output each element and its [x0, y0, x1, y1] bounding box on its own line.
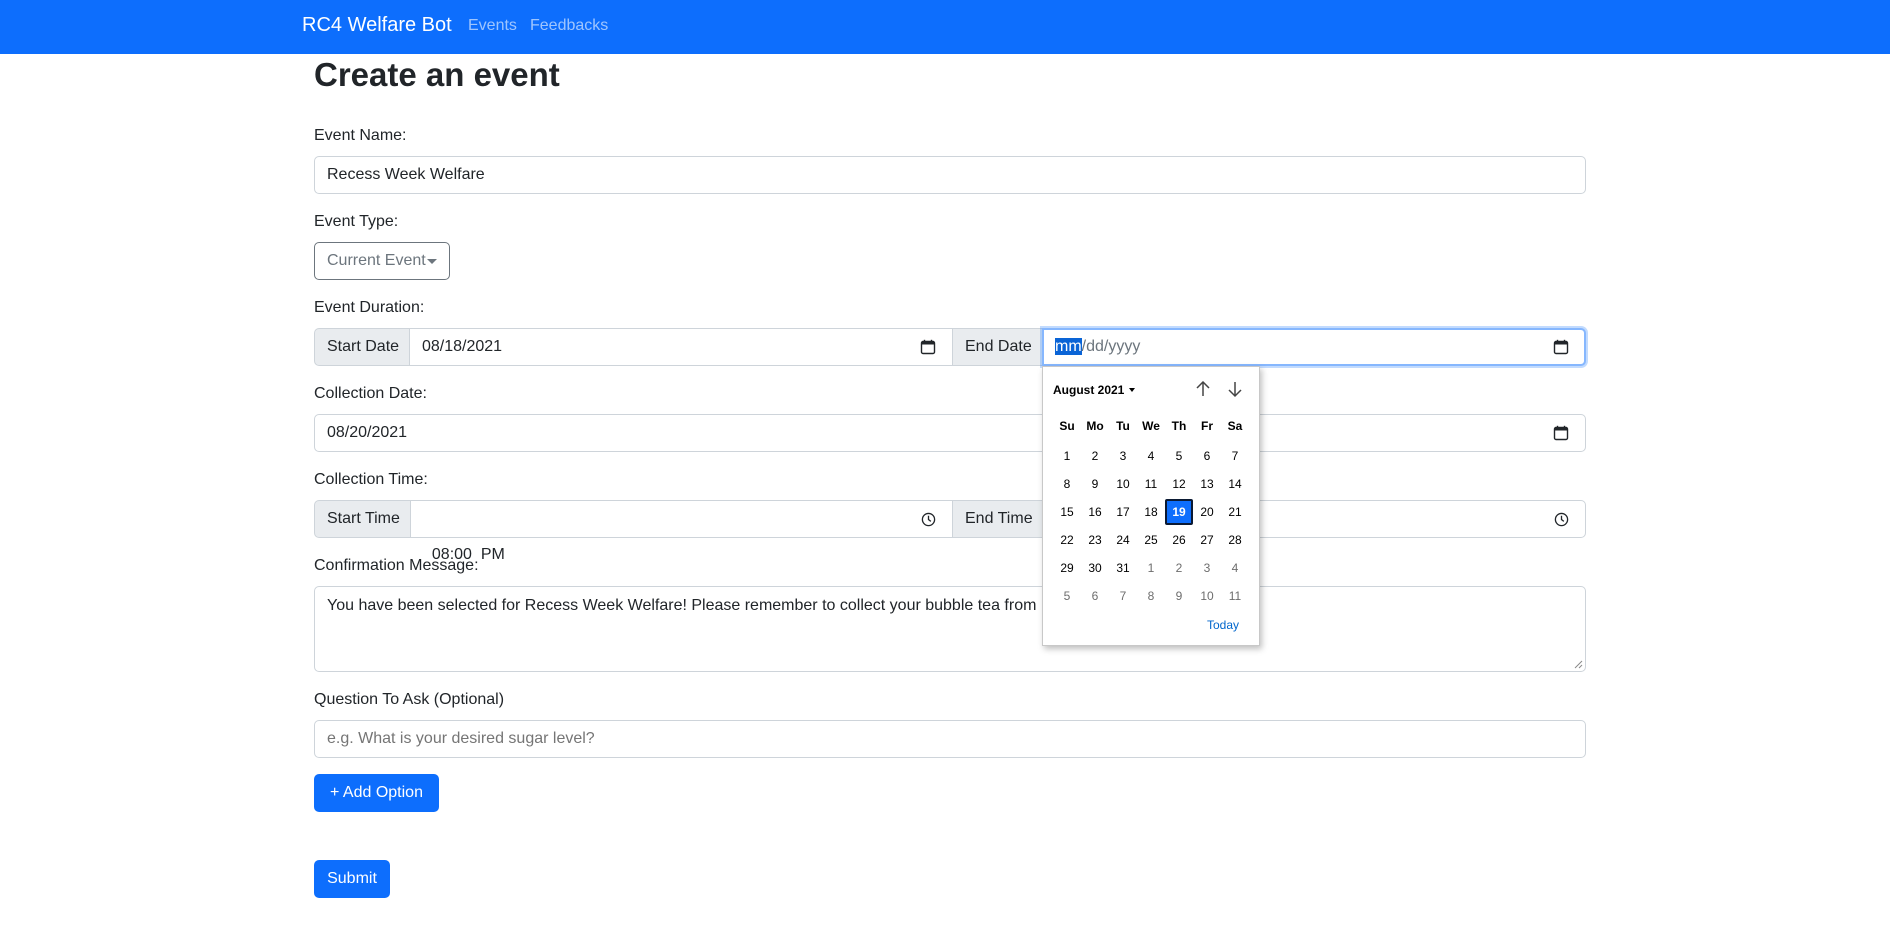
calendar-day[interactable]: 16: [1081, 499, 1109, 525]
calendar-day[interactable]: 21: [1221, 499, 1249, 525]
nav-link-feedbacks[interactable]: Feedbacks: [530, 17, 608, 35]
month-year-selector[interactable]: August 2021: [1053, 383, 1124, 397]
calendar-day[interactable]: 15: [1053, 499, 1081, 525]
calendar-day[interactable]: 4: [1221, 555, 1249, 581]
calendar-day[interactable]: 18: [1137, 499, 1165, 525]
navbar: RC4 Welfare Bot Events Feedbacks: [0, 0, 1890, 54]
calendar-day[interactable]: 13: [1193, 471, 1221, 497]
brand-link[interactable]: RC4 Welfare Bot: [302, 14, 452, 37]
event-type-dropdown[interactable]: Current Event: [314, 242, 450, 280]
calendar-day[interactable]: 8: [1137, 583, 1165, 609]
confirmation-message-textarea[interactable]: You have been selected for Recess Week W…: [314, 586, 1586, 672]
question-input[interactable]: [314, 720, 1586, 758]
calendar-day[interactable]: 2: [1081, 443, 1109, 469]
calendar-day[interactable]: 5: [1053, 583, 1081, 609]
page-title: Create an event: [314, 56, 560, 93]
weekday-header: We: [1142, 419, 1160, 433]
calendar-day[interactable]: 12: [1165, 471, 1193, 497]
caret-down-icon: [427, 259, 437, 264]
calendar-day[interactable]: 14: [1221, 471, 1249, 497]
collection-date-input[interactable]: 08/20/2021: [314, 414, 1586, 452]
event-type-label: Event Type:: [314, 213, 399, 230]
confirmation-message-value: You have been selected for Recess Week W…: [327, 597, 1059, 614]
calendar-day[interactable]: 6: [1081, 583, 1109, 609]
nav-link-events[interactable]: Events: [468, 17, 517, 35]
weekday-header: Mo: [1086, 419, 1104, 433]
calendar-day[interactable]: 22: [1053, 527, 1081, 553]
collection-date-value: 08/20/2021: [327, 424, 408, 441]
calendar-day[interactable]: 31: [1109, 555, 1137, 581]
start-date-input[interactable]: 08/18/2021: [409, 328, 953, 366]
collection-date-label: Collection Date:: [314, 385, 427, 402]
calendar-day-selected[interactable]: 19: [1165, 499, 1193, 525]
calendar-day[interactable]: 28: [1221, 527, 1249, 553]
end-date-addon: End Date: [952, 328, 1043, 366]
weekday-header: Tu: [1116, 419, 1130, 433]
calendar-day[interactable]: 3: [1109, 443, 1137, 469]
calendar-day[interactable]: 23: [1081, 527, 1109, 553]
weekday-header: Th: [1171, 419, 1187, 433]
arrow-up-icon[interactable]: [1193, 379, 1213, 399]
weekday-header: Su: [1059, 419, 1075, 433]
confirmation-message-label: Confirmation Message:: [314, 557, 479, 574]
calendar-day[interactable]: 1: [1053, 443, 1081, 469]
clock-icon[interactable]: [921, 512, 936, 527]
weekday-header: Sa: [1227, 419, 1243, 433]
start-date-value: 08/18/2021: [422, 338, 503, 355]
calendar-icon[interactable]: [1553, 425, 1569, 441]
event-name-input[interactable]: Recess Week Welfare: [314, 156, 1586, 194]
calendar-day[interactable]: 3: [1193, 555, 1221, 581]
calendar-day[interactable]: 9: [1081, 471, 1109, 497]
add-option-button[interactable]: + Add Option: [314, 774, 439, 812]
calendar-day[interactable]: 2: [1165, 555, 1193, 581]
event-name-label: Event Name:: [314, 127, 407, 144]
arrow-down-icon[interactable]: [1225, 379, 1245, 399]
calendar-day[interactable]: 26: [1165, 527, 1193, 553]
calendar-icon[interactable]: [920, 339, 936, 355]
calendar-day[interactable]: 7: [1221, 443, 1249, 469]
end-time-addon: End Time: [952, 500, 1043, 538]
end-date-input[interactable]: mm/dd/yyyy: [1042, 328, 1586, 366]
today-button[interactable]: Today: [1207, 618, 1239, 632]
calendar-day[interactable]: 30: [1081, 555, 1109, 581]
calendar-day[interactable]: 29: [1053, 555, 1081, 581]
calendar-day[interactable]: 17: [1109, 499, 1137, 525]
calendar-day[interactable]: 11: [1137, 471, 1165, 497]
date-picker-popup: August 2021 Su Mo Tu We Th Fr Sa 1 2 3 4 5 6 7 8 9 10 11…: [1042, 366, 1260, 646]
calendar-day[interactable]: 1: [1137, 555, 1165, 581]
calendar-day[interactable]: 27: [1193, 527, 1221, 553]
resize-grip-icon[interactable]: [1573, 659, 1583, 669]
caret-down-icon: [1129, 388, 1135, 392]
calendar-day[interactable]: 5: [1165, 443, 1193, 469]
calendar-day[interactable]: 11: [1221, 583, 1249, 609]
calendar-day[interactable]: 7: [1109, 583, 1137, 609]
calendar-day[interactable]: 25: [1137, 527, 1165, 553]
start-date-addon: Start Date: [314, 328, 410, 366]
event-duration-label: Event Duration:: [314, 299, 425, 316]
question-label: Question To Ask (Optional): [314, 691, 505, 708]
calendar-day[interactable]: 10: [1193, 583, 1221, 609]
event-type-value: Current Event: [327, 252, 426, 269]
calendar-day[interactable]: 6: [1193, 443, 1221, 469]
start-time-addon: Start Time: [314, 500, 411, 538]
calendar-icon[interactable]: [1553, 339, 1569, 355]
calendar-day[interactable]: 4: [1137, 443, 1165, 469]
weekday-header: Fr: [1201, 419, 1213, 433]
calendar-day[interactable]: 24: [1109, 527, 1137, 553]
end-date-mm-segment[interactable]: mm: [1055, 338, 1082, 355]
end-date-placeholder-rest: /dd/yyyy: [1081, 338, 1141, 355]
calendar-day[interactable]: 10: [1109, 471, 1137, 497]
calendar-day[interactable]: 8: [1053, 471, 1081, 497]
calendar-day[interactable]: 20: [1193, 499, 1221, 525]
calendar-day[interactable]: 9: [1165, 583, 1193, 609]
collection-time-label: Collection Time:: [314, 471, 428, 488]
clock-icon[interactable]: [1554, 512, 1569, 527]
submit-button[interactable]: Submit: [314, 860, 390, 898]
start-time-input[interactable]: 08:00 PM: [410, 500, 953, 563]
